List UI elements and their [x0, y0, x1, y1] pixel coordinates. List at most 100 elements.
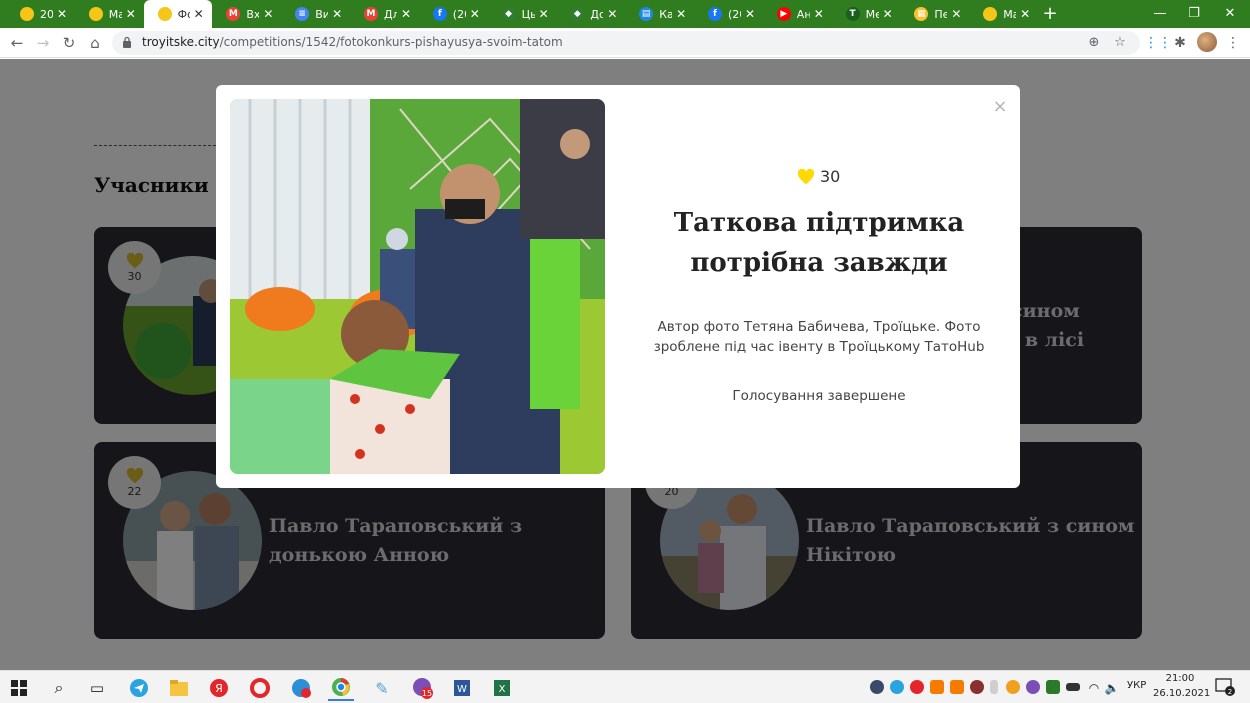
- browser-tab[interactable]: ◆ Цьс✕: [488, 0, 557, 28]
- tab-favicon-icon: ◆: [570, 7, 585, 21]
- browser-tab[interactable]: ▤ Как✕: [625, 0, 694, 28]
- browser-tab[interactable]: f (20✕: [694, 0, 763, 28]
- file-explorer-icon[interactable]: [166, 675, 192, 701]
- tab-close-icon[interactable]: ✕: [537, 7, 551, 21]
- browser-tab[interactable]: M Дл ✕: [350, 0, 419, 28]
- modal-title: Таткова підтримка потрібна завжди: [673, 208, 965, 278]
- tab-close-icon[interactable]: ✕: [674, 7, 688, 21]
- tab-close-icon[interactable]: ✕: [605, 7, 619, 21]
- browser-tab[interactable]: T Ме ✕: [832, 0, 901, 28]
- browser-toolbar: ← → ↻ ⌂ troyitske.city/competitions/1542…: [0, 28, 1250, 58]
- browser-tab[interactable]: ▶ Анс✕: [763, 0, 832, 28]
- tab-label: Фот: [177, 7, 190, 21]
- browser-tab[interactable]: M Вхо✕: [212, 0, 281, 28]
- steam-tray-icon[interactable]: [870, 680, 884, 694]
- excel-icon[interactable]: X: [489, 675, 515, 701]
- telegram-icon[interactable]: [126, 675, 152, 701]
- app-tray-icon-3[interactable]: [970, 680, 984, 694]
- tab-label: Анс: [796, 7, 810, 21]
- modal-description: Автор фото Тетяна Бабичева, Троїцьке. Фо…: [653, 319, 985, 355]
- messenger-icon[interactable]: [288, 675, 314, 701]
- page-content: Учасники 30 сином і в лісі: [0, 59, 1250, 670]
- reload-icon[interactable]: ↻: [58, 32, 80, 54]
- windows-start-icon[interactable]: [6, 675, 32, 701]
- browser-tab[interactable]: ≡ Виз✕: [281, 0, 350, 28]
- browser-tab[interactable]: ▦ Пер✕: [900, 0, 969, 28]
- app-tray-icon-2[interactable]: [950, 680, 964, 694]
- tab-close-icon[interactable]: ✕: [124, 7, 138, 21]
- tab-label: 20: [40, 7, 53, 21]
- url-text[interactable]: troyitske.city/competitions/1542/fotokon…: [142, 35, 563, 49]
- browser-tab[interactable]: Ма ✕: [75, 0, 144, 28]
- tab-close-icon[interactable]: ✕: [881, 7, 895, 21]
- window-close-button[interactable]: ✕: [1210, 0, 1250, 28]
- notification-count: 2: [1228, 688, 1232, 696]
- browser-tab[interactable]: f (20✕: [419, 0, 488, 28]
- menu-kebab-icon[interactable]: ⋮: [1222, 32, 1244, 54]
- tab-close-icon[interactable]: ✕: [812, 7, 826, 21]
- chrome-icon[interactable]: [328, 675, 354, 701]
- clock-time[interactable]: 21:00: [1158, 673, 1202, 684]
- close-icon[interactable]: ×: [990, 97, 1010, 117]
- forward-icon[interactable]: →: [32, 32, 54, 54]
- new-tab-button[interactable]: +: [1040, 3, 1060, 25]
- language-indicator[interactable]: УКР: [1127, 680, 1146, 691]
- bookmark-star-icon[interactable]: ☆: [1110, 33, 1130, 53]
- word-icon[interactable]: W: [449, 675, 475, 701]
- paint-tool-icon[interactable]: ✎: [369, 675, 395, 701]
- browser-tab[interactable]: Фот✕: [143, 0, 212, 28]
- window-restore-button[interactable]: ❐: [1174, 0, 1214, 28]
- telegram-tray-icon[interactable]: [890, 680, 904, 694]
- tab-close-icon[interactable]: ✕: [55, 7, 69, 21]
- clock-date[interactable]: 26.10.2021: [1153, 688, 1210, 699]
- back-icon[interactable]: ←: [6, 32, 28, 54]
- tab-favicon-icon: ▤: [639, 7, 654, 21]
- nvidia-tray-icon[interactable]: [1046, 680, 1060, 694]
- battery-icon[interactable]: [1066, 683, 1080, 691]
- profile-avatar[interactable]: [1197, 32, 1217, 52]
- tab-label: Пер: [934, 7, 948, 21]
- tab-close-icon[interactable]: ✕: [1018, 7, 1032, 21]
- tab-close-icon[interactable]: ✕: [399, 7, 413, 21]
- modal-likes[interactable]: 30: [797, 167, 840, 186]
- browser-tab[interactable]: 20 ✕: [6, 0, 75, 28]
- apps-grid-icon[interactable]: ⋮⋮: [1144, 32, 1172, 54]
- tab-label: До: [590, 7, 604, 21]
- tab-close-icon[interactable]: ✕: [192, 7, 206, 21]
- tab-close-icon[interactable]: ✕: [743, 7, 757, 21]
- tab-label: Ма: [108, 7, 122, 21]
- viber-icon[interactable]: 15: [410, 675, 436, 701]
- yandex-browser-icon[interactable]: Я: [206, 675, 232, 701]
- address-bar[interactable]: troyitske.city/competitions/1542/fotokon…: [112, 31, 1140, 55]
- volume-icon[interactable]: 🔈: [1099, 675, 1125, 701]
- tab-favicon-icon: ≡: [295, 7, 310, 21]
- tab-close-icon[interactable]: ✕: [330, 7, 344, 21]
- tab-favicon-icon: T: [845, 7, 860, 21]
- tab-favicon-icon: f: [432, 7, 447, 21]
- tab-favicon-icon: ◆: [501, 7, 516, 21]
- tab-label: Ме: [865, 7, 879, 21]
- tab-close-icon[interactable]: ✕: [261, 7, 275, 21]
- zoom-icon[interactable]: ⊕: [1084, 33, 1104, 53]
- browser-tab[interactable]: Ма ✕: [969, 0, 1038, 28]
- tab-favicon-icon: [20, 7, 34, 21]
- opera-tray-icon[interactable]: [910, 680, 924, 694]
- app-tray-icon[interactable]: [930, 680, 944, 694]
- heart-icon[interactable]: [797, 168, 815, 185]
- usb-tray-icon[interactable]: [990, 680, 998, 694]
- extensions-puzzle-icon[interactable]: ✱: [1169, 32, 1191, 54]
- notification-center-icon[interactable]: 2: [1215, 678, 1235, 696]
- tab-close-icon[interactable]: ✕: [468, 7, 482, 21]
- tab-label: Ма: [1003, 7, 1017, 21]
- home-icon[interactable]: ⌂: [84, 32, 106, 54]
- task-view-icon[interactable]: ▭: [84, 675, 110, 701]
- modal-photo: [230, 99, 605, 474]
- tab-favicon-icon: [157, 7, 172, 21]
- tab-close-icon[interactable]: ✕: [949, 7, 963, 21]
- tab-label: (20: [728, 7, 741, 21]
- search-icon[interactable]: ⌕: [46, 675, 72, 701]
- viber-tray-icon[interactable]: [1026, 680, 1040, 694]
- browser-tab[interactable]: ◆ До ✕: [556, 0, 625, 28]
- app-tray-icon-4[interactable]: [1006, 680, 1020, 694]
- opera-icon[interactable]: [247, 675, 273, 701]
